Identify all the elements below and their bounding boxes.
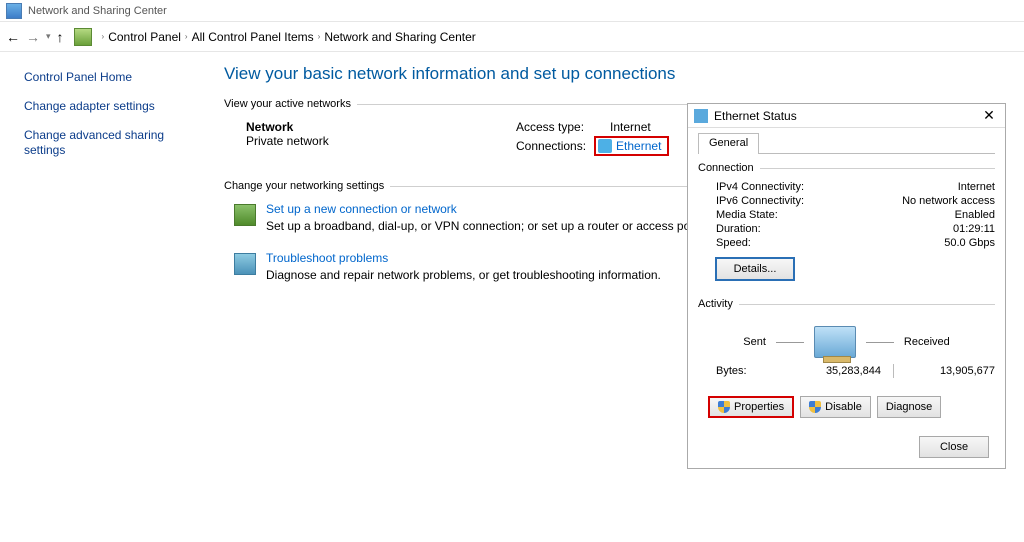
troubleshoot-desc: Diagnose and repair network problems, or… xyxy=(266,268,661,282)
up-button[interactable]: ↑ xyxy=(57,29,64,45)
access-type-value: Internet xyxy=(610,120,651,134)
page-title: View your basic network information and … xyxy=(224,64,1004,84)
close-button[interactable]: ✕ xyxy=(979,107,999,124)
duration-label: Duration: xyxy=(716,223,761,235)
sidebar: Control Panel Home Change adapter settin… xyxy=(0,52,200,314)
tab-general[interactable]: General xyxy=(698,133,759,154)
ipv6-label: IPv6 Connectivity: xyxy=(716,195,804,207)
forward-button[interactable]: → xyxy=(26,29,40,45)
sidebar-link-advanced[interactable]: Change advanced sharing settings xyxy=(24,128,190,158)
nav-arrows: ← → ▾ ↑ xyxy=(6,29,64,45)
media-state-label: Media State: xyxy=(716,209,778,221)
nav-row: ← → ▾ ↑ › Control Panel › All Control Pa… xyxy=(0,22,1024,52)
disable-button[interactable]: Disable xyxy=(800,396,871,418)
dialog-title-bar[interactable]: Ethernet Status ✕ xyxy=(688,104,1005,128)
setup-connection-desc: Set up a broadband, dial-up, or VPN conn… xyxy=(266,219,706,233)
network-adapter-icon xyxy=(598,139,612,153)
details-button[interactable]: Details... xyxy=(716,258,794,280)
dialog-tabs: General xyxy=(698,132,995,154)
chevron-right-icon: › xyxy=(185,32,188,41)
connection-name: Ethernet xyxy=(616,139,661,153)
bytes-received-value: 13,905,677 xyxy=(894,365,995,377)
dialog-title: Ethernet Status xyxy=(714,109,979,123)
ipv6-value: No network access xyxy=(902,195,995,207)
troubleshoot-link[interactable]: Troubleshoot problems xyxy=(266,251,388,265)
window-title-bar: Network and Sharing Center xyxy=(0,0,1024,22)
diagnose-button[interactable]: Diagnose xyxy=(877,396,941,418)
breadcrumb-network-center[interactable]: Network and Sharing Center xyxy=(324,30,475,44)
chevron-right-icon: › xyxy=(102,32,105,41)
breadcrumb: › Control Panel › All Control Panel Item… xyxy=(102,30,476,44)
ipv4-value: Internet xyxy=(958,181,995,193)
access-type-label: Access type: xyxy=(516,120,584,134)
network-name: Network xyxy=(246,120,486,134)
duration-value: 01:29:11 xyxy=(953,223,995,235)
breadcrumb-control-panel[interactable]: Control Panel xyxy=(108,30,181,44)
chevron-right-icon: › xyxy=(318,32,321,41)
close-dialog-button[interactable]: Close xyxy=(919,436,989,458)
window-title: Network and Sharing Center xyxy=(28,5,167,17)
shield-icon xyxy=(809,401,821,413)
shield-icon xyxy=(718,401,730,413)
media-state-value: Enabled xyxy=(955,209,995,221)
properties-button[interactable]: Properties xyxy=(708,396,794,418)
received-label: Received xyxy=(904,336,950,348)
breadcrumb-all-items[interactable]: All Control Panel Items xyxy=(192,30,314,44)
disable-button-label: Disable xyxy=(825,401,862,413)
group-connection-label: Connection xyxy=(698,162,754,174)
activity-visual: Sent Received xyxy=(698,326,995,358)
diagnose-button-label: Diagnose xyxy=(886,401,932,413)
network-type: Private network xyxy=(246,134,486,148)
speed-label: Speed: xyxy=(716,237,751,249)
computers-icon xyxy=(814,326,856,358)
ethernet-connection-link[interactable]: Ethernet xyxy=(594,136,669,156)
sidebar-link-home[interactable]: Control Panel Home xyxy=(24,70,190,85)
connections-label: Connections: xyxy=(516,139,586,153)
bytes-label: Bytes: xyxy=(716,365,780,377)
troubleshoot-icon xyxy=(234,253,256,275)
history-dropdown[interactable]: ▾ xyxy=(46,31,51,42)
group-activity-label: Activity xyxy=(698,298,733,310)
back-button[interactable]: ← xyxy=(6,29,20,45)
network-adapter-icon xyxy=(694,109,708,123)
ethernet-status-dialog: Ethernet Status ✕ General Connection IPv… xyxy=(687,103,1006,469)
section-heading-active: View your active networks xyxy=(224,98,351,110)
bytes-sent-value: 35,283,844 xyxy=(780,365,893,377)
sent-label: Sent xyxy=(743,336,766,348)
speed-value: 50.0 Gbps xyxy=(944,237,995,249)
network-center-icon xyxy=(6,3,22,19)
setup-connection-link[interactable]: Set up a new connection or network xyxy=(266,202,457,216)
ipv4-label: IPv4 Connectivity: xyxy=(716,181,804,193)
control-panel-icon xyxy=(74,28,92,46)
sidebar-link-adapter[interactable]: Change adapter settings xyxy=(24,99,190,114)
properties-button-label: Properties xyxy=(734,401,784,413)
section-heading-changes: Change your networking settings xyxy=(224,180,384,192)
setup-connection-icon xyxy=(234,204,256,226)
